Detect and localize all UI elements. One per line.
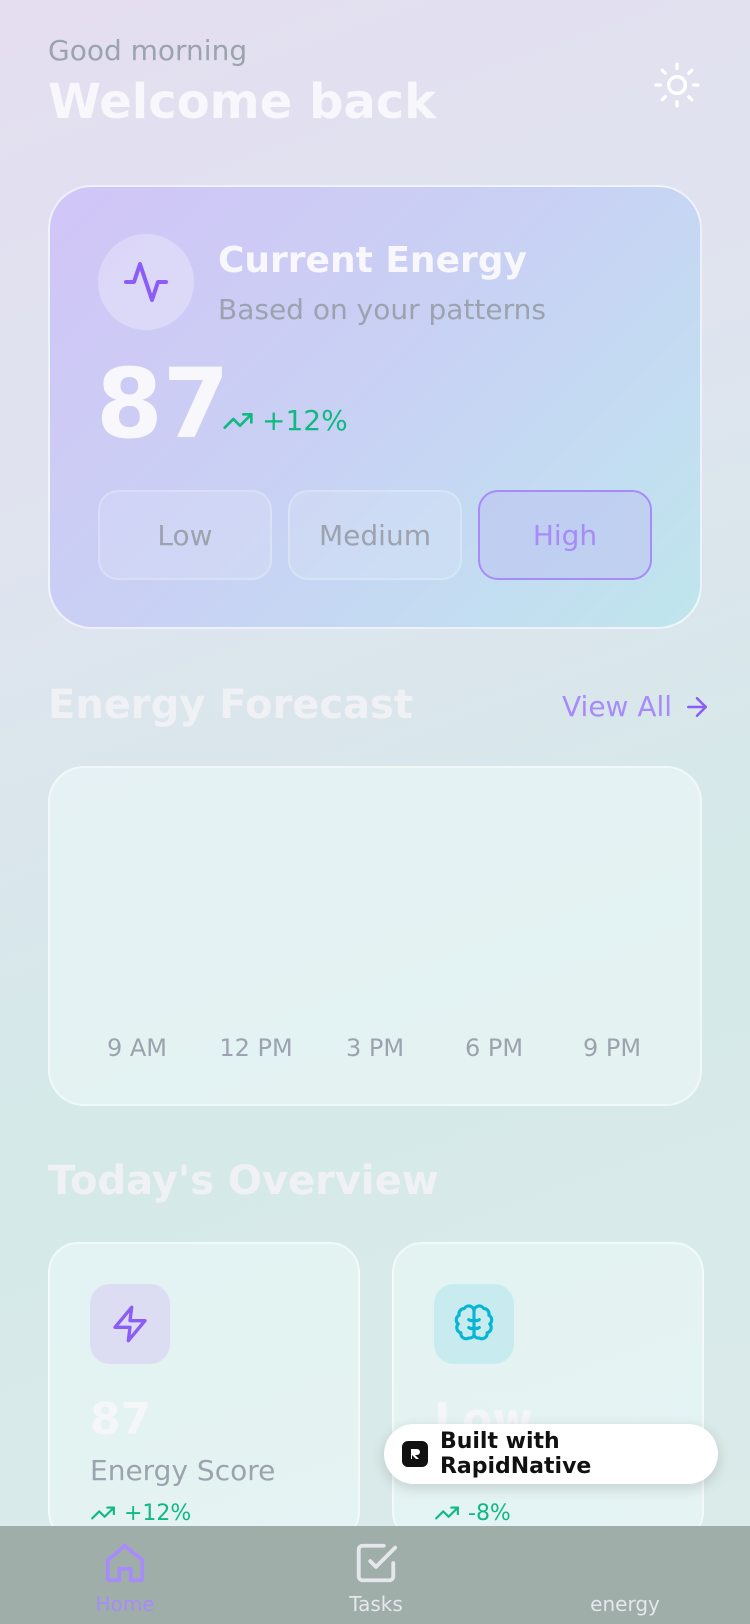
forecast-time-label: 3 PM (345, 1034, 405, 1062)
tab-energy-label: energy (590, 1592, 660, 1616)
energy-score-card[interactable] (48, 1242, 360, 1542)
overview-score-change-value: +12% (124, 1500, 192, 1526)
brain-icon (454, 1304, 494, 1341)
lightning-icon (113, 1305, 147, 1343)
view-all-label: View All (562, 690, 673, 723)
focus-card[interactable] (392, 1242, 704, 1542)
home-icon (105, 1543, 145, 1583)
tab-tasks-label: Tasks (349, 1592, 403, 1616)
badge-text: Built with RapidNative (439, 1429, 592, 1479)
overview-score-change: +12% (90, 1500, 191, 1526)
forecast-time-label: 9 AM (106, 1034, 168, 1062)
energy-icon-container (98, 234, 194, 330)
arrow-right-icon (687, 696, 708, 717)
brain-icon-container (434, 1284, 514, 1364)
overview-section-title: Today's Overview (48, 1158, 439, 1204)
trending-up-icon (435, 1506, 459, 1520)
forecast-time-label: 9 PM (582, 1034, 642, 1062)
built-with-badge[interactable]: Built with RapidNative (384, 1424, 718, 1484)
activity-pulse-icon (124, 262, 168, 302)
tab-home[interactable]: Home (45, 1540, 205, 1616)
tab-energy[interactable]: energy (545, 1540, 705, 1616)
lightning-icon-container (90, 1284, 170, 1364)
energy-score: 87 (96, 348, 230, 460)
tab-tasks[interactable]: Tasks (296, 1540, 456, 1616)
level-high-button[interactable]: High (478, 490, 652, 580)
overview-focus-change-value: -8% (468, 1500, 511, 1526)
level-medium-button[interactable]: Medium (288, 490, 462, 580)
forecast-time-label: 6 PM (464, 1034, 524, 1062)
tab-home-label: Home (95, 1592, 155, 1616)
overview-focus-change: -8% (434, 1500, 511, 1526)
energy-trend: +12% (222, 404, 348, 437)
trending-up-icon (223, 412, 253, 429)
level-low-button[interactable]: Low (98, 490, 272, 580)
forecast-section-title: Energy Forecast (48, 682, 413, 728)
energy-card-title: Current Energy (218, 240, 527, 281)
rapidnative-logo-icon (402, 1441, 428, 1467)
energy-trend-value: +12% (262, 404, 348, 437)
theme-toggle-button[interactable] (652, 60, 702, 110)
forecast-time-label: 12 PM (219, 1034, 293, 1062)
overview-score-value: 87 (90, 1394, 152, 1445)
view-all-link[interactable]: View All (562, 690, 712, 723)
overview-score-label: Energy Score (90, 1454, 276, 1487)
energy-card-subtitle: Based on your patterns (218, 293, 546, 326)
trending-up-icon (91, 1506, 115, 1520)
sun-icon (654, 62, 700, 108)
checkbox-icon (356, 1543, 398, 1583)
page-title: Welcome back (48, 74, 437, 130)
greeting-text: Good morning (48, 34, 248, 67)
